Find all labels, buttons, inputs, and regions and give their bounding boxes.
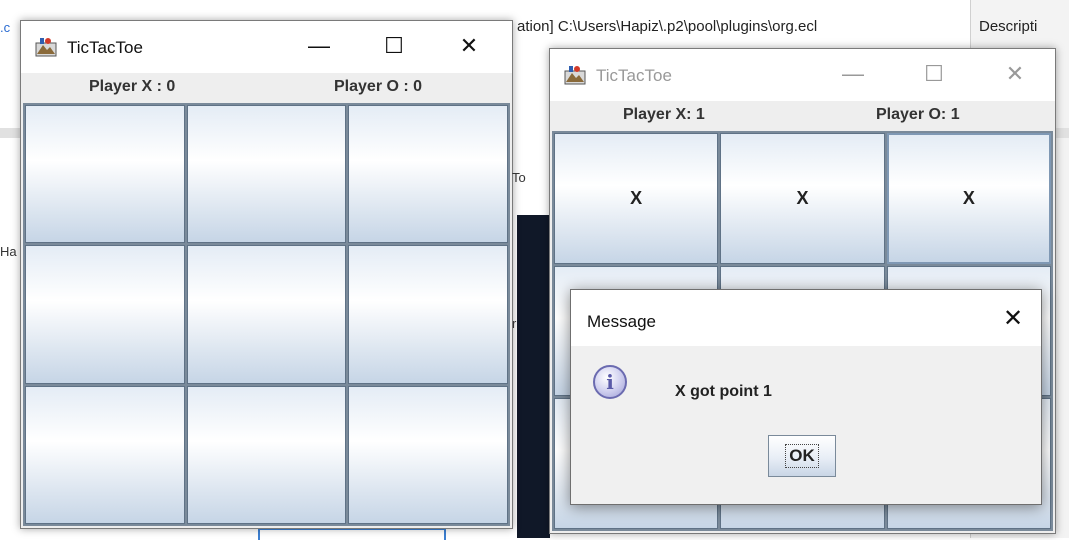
dialog-title-bar[interactable]: Message ✕: [571, 290, 1041, 346]
window-title: TicTacToe: [67, 38, 143, 57]
board-cell[interactable]: [348, 105, 508, 244]
board-cell[interactable]: X: [720, 133, 885, 264]
board-cell[interactable]: X: [886, 133, 1051, 264]
java-app-icon: [35, 38, 57, 57]
background-bottom-tab: [258, 528, 446, 540]
board-cell[interactable]: [25, 105, 185, 244]
board-cell[interactable]: [186, 105, 347, 244]
score-player-x: Player X : 0: [89, 78, 176, 95]
background-description-tab: Descripti: [979, 18, 1038, 35]
background-strip: [0, 128, 20, 138]
score-row: Player X: 1 Player O: 1: [550, 101, 1055, 131]
maximize-button[interactable]: ☐: [372, 29, 416, 63]
dialog-title: Message: [587, 312, 656, 331]
board-cell[interactable]: [348, 385, 508, 524]
background-fragment: To: [512, 170, 526, 185]
tictactoe-window-left[interactable]: TicTacToe — ☐ ✕ Player X : 0 Player O : …: [20, 20, 513, 529]
info-icon: i: [593, 365, 627, 399]
java-app-icon: [564, 66, 586, 85]
maximize-button[interactable]: ☐: [912, 57, 956, 91]
score-row: Player X : 0 Player O : 0: [21, 73, 512, 103]
message-dialog[interactable]: Message ✕ i X got point 1 OK: [570, 289, 1042, 505]
ok-button-label: OK: [785, 444, 819, 468]
ok-button[interactable]: OK: [768, 435, 836, 477]
minimize-button[interactable]: —: [297, 29, 341, 63]
board-cell[interactable]: [25, 245, 185, 384]
background-ide-path: ation] C:\Users\Hapiz\.p2\pool\plugins\o…: [517, 18, 818, 35]
background-fragment-b: Ha: [0, 244, 17, 259]
background-fragment: r: [512, 316, 517, 331]
background-fragment-a: .c: [0, 20, 11, 35]
score-player-x: Player X: 1: [623, 106, 705, 123]
minimize-button[interactable]: —: [831, 57, 875, 91]
close-button[interactable]: ✕: [993, 57, 1037, 91]
game-board: [23, 103, 510, 526]
board-cell[interactable]: [186, 245, 347, 384]
title-bar[interactable]: TicTacToe — ☐ ✕: [550, 49, 1055, 101]
window-title: TicTacToe: [596, 66, 672, 85]
score-player-o: Player O : 0: [334, 78, 423, 95]
board-cell[interactable]: [25, 385, 185, 524]
board-cell[interactable]: X: [554, 133, 719, 264]
close-button[interactable]: ✕: [447, 29, 491, 63]
board-cell[interactable]: [186, 385, 347, 524]
title-bar[interactable]: TicTacToe — ☐ ✕: [21, 21, 512, 73]
board-cell[interactable]: [348, 245, 508, 384]
background-dark-panel: [517, 215, 550, 538]
dialog-message: X got point 1: [675, 383, 772, 400]
background-left-edge: .c Ha: [0, 0, 20, 538]
close-button[interactable]: ✕: [993, 300, 1033, 336]
score-player-o: Player O: 1: [876, 106, 960, 123]
